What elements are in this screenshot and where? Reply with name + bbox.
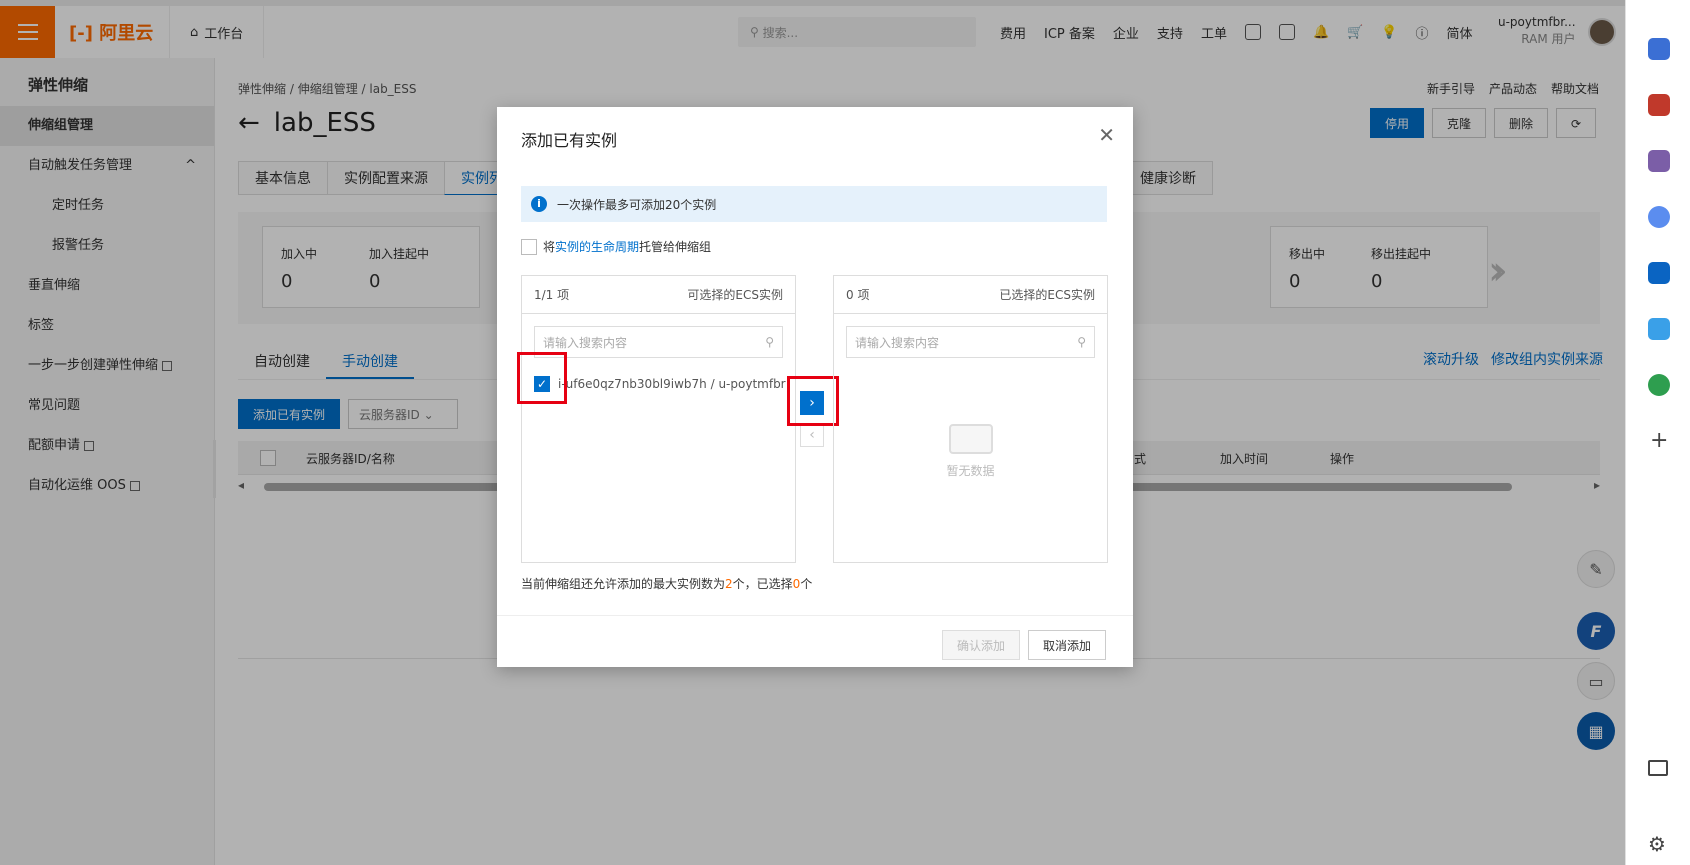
note-mid: 个，已选择 [732,577,793,591]
tree-icon[interactable] [1648,374,1670,396]
outlook-icon[interactable] [1648,262,1670,284]
cancel-add-button[interactable]: 取消添加 [1028,630,1107,660]
selected-search-input[interactable]: 请输入搜索内容 ⚲ [846,326,1095,358]
empty-text: 暂无数据 [946,464,995,478]
toolbox-icon[interactable] [1648,94,1670,116]
notice-text: 一次操作最多可添加20个实例 [557,197,717,212]
close-icon[interactable]: ✕ [1098,123,1115,147]
lifecycle-text: 将实例的生命周期托管给伸缩组 [543,238,711,255]
dialog-title: 添加已有实例 [521,131,618,150]
dialog-footer: 确认添加 取消添加 [497,615,1133,667]
capacity-note: 当前伸缩组还允许添加的最大实例数为2个，已选择0个 [521,575,812,592]
send-icon[interactable] [1648,318,1670,340]
add-icon[interactable]: + [1650,428,1668,453]
sidebar-toggle-icon[interactable] [1648,760,1668,776]
browser-sidebar: + ⚙ [1625,0,1690,865]
highlight-box [517,352,567,404]
available-search-input[interactable]: 请输入搜索内容 ⚲ [534,326,783,358]
panel-header: 1/1 项 可选择的ECS实例 [522,276,795,314]
settings-icon[interactable]: ⚙ [1648,832,1666,856]
search-placeholder: 请输入搜索内容 [543,335,628,350]
info-notice: i 一次操作最多可添加20个实例 [521,186,1107,222]
copilot-icon[interactable] [1648,206,1670,228]
lifecycle-option: 将实例的生命周期托管给伸缩组 [521,238,711,255]
people-icon[interactable] [1648,150,1670,172]
tag-icon[interactable] [1648,38,1670,60]
confirm-add-button[interactable]: 确认添加 [942,630,1021,660]
search-placeholder: 请输入搜索内容 [855,335,940,350]
selected-count: 0 项 [846,288,870,302]
empty-state: 暂无数据 [834,424,1107,479]
instance-label: i-uf6e0qz7nb30bl9iwb7h / u-poytmfbr [558,377,786,391]
max-count: 2 [725,577,733,591]
available-count: 1/1 项 [534,288,570,302]
selected-title: 已选择的ECS实例 [999,288,1095,302]
highlight-box [787,376,839,426]
lifecycle-pre: 将 [543,240,556,254]
lifecycle-post: 托管给伸缩组 [639,240,712,254]
panel-header: 0 项 已选择的ECS实例 [834,276,1107,314]
list-item[interactable]: ✓ i-uf6e0qz7nb30bl9iwb7h / u-poytmfbr [534,376,786,392]
note-pre: 当前伸缩组还允许添加的最大实例数为 [521,577,726,591]
search-icon: ⚲ [1077,335,1086,349]
info-icon: i [531,196,547,212]
move-left-button[interactable]: ‹ [800,423,824,447]
add-instance-dialog: 添加已有实例 ✕ i 一次操作最多可添加20个实例 将实例的生命周期托管给伸缩组… [497,107,1133,667]
note-post: 个 [800,577,813,591]
lifecycle-link[interactable]: 实例的生命周期 [555,240,639,254]
lifecycle-checkbox[interactable] [521,238,537,255]
search-icon: ⚲ [765,335,774,349]
available-instances-panel: 1/1 项 可选择的ECS实例 请输入搜索内容 ⚲ ✓ i-uf6e0qz7nb… [521,275,796,563]
available-title: 可选择的ECS实例 [687,288,783,302]
empty-tray-icon [948,424,993,454]
selected-instances-panel: 0 项 已选择的ECS实例 请输入搜索内容 ⚲ 暂无数据 [833,275,1108,563]
